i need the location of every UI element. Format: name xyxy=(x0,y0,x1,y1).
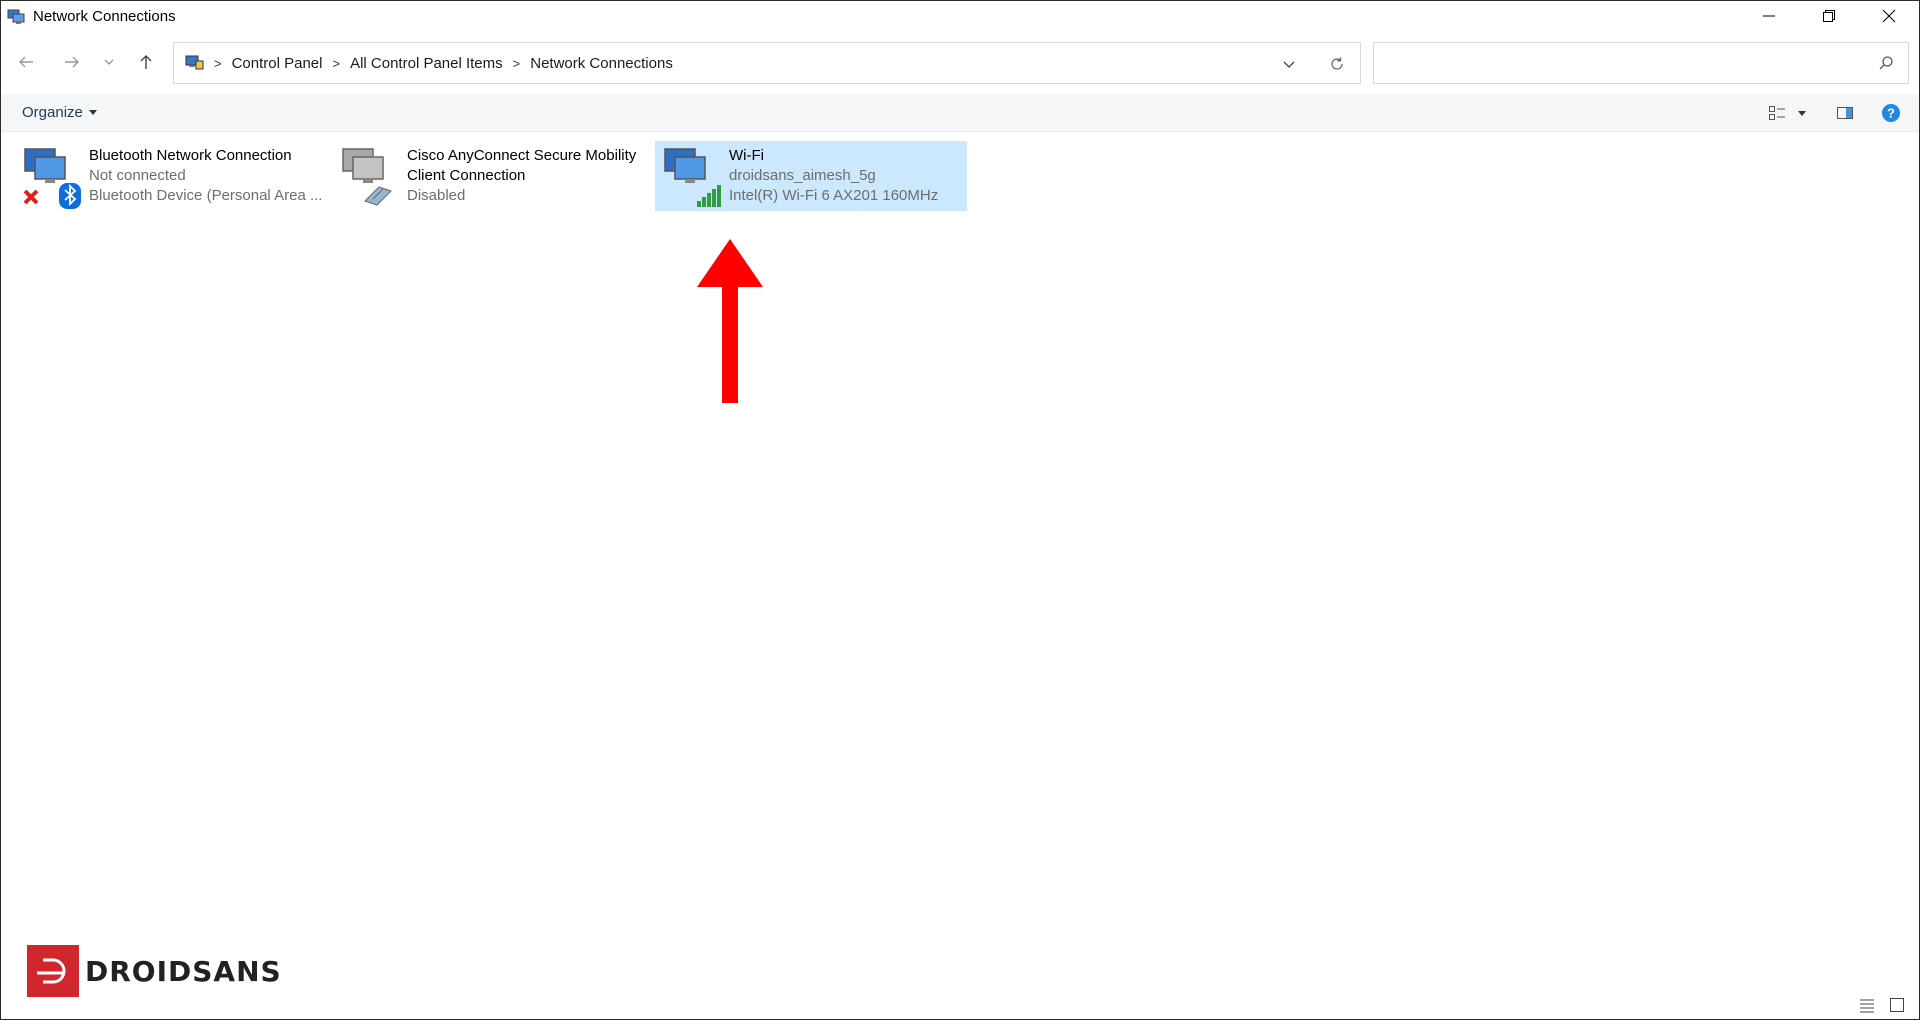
connection-status: Disabled xyxy=(407,187,466,204)
minimize-icon xyxy=(1763,15,1775,17)
breadcrumb-control-panel[interactable]: Control Panel xyxy=(232,55,323,72)
connection-name-line2: Client Connection xyxy=(407,167,526,184)
recent-locations-button[interactable] xyxy=(97,47,121,77)
large-icons-view-icon xyxy=(1890,998,1904,1012)
network-connections-app-icon xyxy=(7,9,25,24)
search-icon xyxy=(1879,56,1893,70)
restore-icon xyxy=(1823,10,1835,22)
search-box[interactable] xyxy=(1373,42,1909,84)
large-icons-view-button[interactable] xyxy=(1889,997,1905,1013)
breadcrumb-separator: > xyxy=(332,55,341,71)
command-bar: Organize ? xyxy=(1,94,1919,132)
restore-button[interactable] xyxy=(1799,1,1859,31)
title-bar: Network Connections xyxy=(1,1,1919,31)
forward-button[interactable] xyxy=(57,47,87,77)
droidsans-logo-icon xyxy=(27,945,79,997)
view-options-icon xyxy=(1769,106,1785,120)
chevron-down-icon xyxy=(1283,61,1295,68)
connection-name: Cisco AnyConnect Secure Mobility xyxy=(407,147,637,164)
wifi-network-icon xyxy=(661,143,721,209)
connection-name: Bluetooth Network Connection xyxy=(89,147,292,164)
breadcrumb-network-connections[interactable]: Network Connections xyxy=(530,55,673,72)
arrow-right-icon xyxy=(65,56,79,68)
explorer-window: Network Connections > Control Panel > Al… xyxy=(0,0,1920,1020)
refresh-button[interactable] xyxy=(1326,53,1348,75)
connection-status: Not connected xyxy=(89,167,186,184)
breadcrumb-separator: > xyxy=(214,55,222,71)
refresh-icon xyxy=(1331,57,1343,70)
preview-pane-icon xyxy=(1837,107,1853,119)
organize-label: Organize xyxy=(22,104,83,121)
close-icon xyxy=(1882,9,1896,23)
change-view-button[interactable] xyxy=(1767,103,1787,123)
minimize-button[interactable] xyxy=(1739,1,1799,31)
breadcrumb-all-items[interactable]: All Control Panel Items xyxy=(350,55,503,72)
arrow-left-icon xyxy=(19,56,33,68)
connection-device: Intel(R) Wi-Fi 6 AX201 160MHz xyxy=(729,187,939,204)
preview-pane-button[interactable] xyxy=(1835,103,1855,123)
bluetooth-network-icon xyxy=(21,143,81,209)
connection-name: Wi-Fi xyxy=(729,147,764,164)
arrow-up-icon xyxy=(140,55,152,69)
details-view-icon xyxy=(1860,999,1874,1013)
view-dropdown-button[interactable] xyxy=(1795,103,1809,123)
watermark-text: DROIDSANS xyxy=(85,954,282,988)
connection-bluetooth[interactable]: Bluetooth Network Connection Not connect… xyxy=(15,141,325,211)
address-bar[interactable]: > Control Panel > All Control Panel Item… xyxy=(173,42,1361,84)
breadcrumb-separator: > xyxy=(512,55,521,71)
back-button[interactable] xyxy=(11,47,41,77)
droidsans-watermark: DROIDSANS xyxy=(27,945,282,997)
dropdown-caret-icon xyxy=(1798,110,1806,116)
connection-status: droidsans_aimesh_5g xyxy=(729,167,876,184)
help-icon: ? xyxy=(1882,104,1900,122)
help-button[interactable]: ? xyxy=(1881,103,1901,123)
up-button[interactable] xyxy=(131,47,161,77)
cisco-adapter-icon xyxy=(339,143,399,209)
search-input[interactable] xyxy=(1382,49,1862,77)
window-title: Network Connections xyxy=(33,7,176,25)
svg-text:?: ? xyxy=(1887,106,1895,121)
details-view-button[interactable] xyxy=(1859,997,1875,1013)
status-bar-views xyxy=(1859,997,1905,1013)
connection-device: Bluetooth Device (Personal Area ... xyxy=(89,187,323,204)
connection-wifi[interactable]: Wi-Fi droidsans_aimesh_5g Intel(R) Wi-Fi… xyxy=(655,141,967,211)
control-panel-icon xyxy=(185,55,204,70)
address-history-button[interactable] xyxy=(1278,53,1300,75)
annotation-arrow xyxy=(697,239,763,403)
navigation-bar: > Control Panel > All Control Panel Item… xyxy=(1,41,1919,84)
organize-menu-button[interactable]: Organize xyxy=(22,104,97,121)
connection-cisco-anyconnect[interactable]: Cisco AnyConnect Secure Mobility Client … xyxy=(333,141,649,211)
close-button[interactable] xyxy=(1859,1,1919,31)
dropdown-caret-icon xyxy=(88,110,97,115)
chevron-down-icon xyxy=(104,59,114,65)
